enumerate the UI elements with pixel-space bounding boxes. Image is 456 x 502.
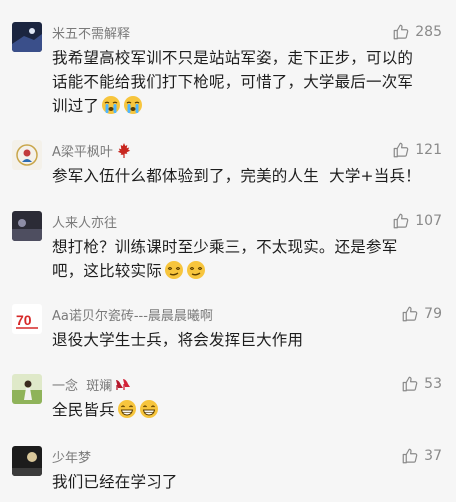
high-heels-icon xyxy=(115,376,133,392)
comment-line: 我们已经在学习了 xyxy=(52,473,178,491)
username-text: 一念 斑斓 xyxy=(52,378,113,394)
like-count: 53 xyxy=(424,376,442,392)
comment-line-with-emoji: 训过了 xyxy=(52,94,437,118)
comment-line: 想打枪？训练课时至少乘三，不太现实。还是参军 xyxy=(52,238,398,256)
avatar[interactable] xyxy=(12,140,42,170)
like-button[interactable]: 121 xyxy=(392,140,442,160)
comment-text: 退役大学生士兵，将会发挥巨大作用 xyxy=(52,328,437,352)
username[interactable]: A梁平枫叶 xyxy=(52,140,132,160)
maple-leaf-icon xyxy=(116,142,132,158)
like-count: 79 xyxy=(424,306,442,322)
like-button[interactable]: 107 xyxy=(392,211,442,231)
username[interactable]: Aa诺贝尔瓷砖---晨晨晨曦啊 xyxy=(52,304,213,324)
grinning-emoji xyxy=(139,399,159,419)
username-text: 米五不需解释 xyxy=(52,26,131,42)
username[interactable]: 人来人亦往 xyxy=(52,211,117,231)
dizzy-face-emoji xyxy=(186,260,206,280)
comment-text: 全民皆兵 xyxy=(52,398,437,422)
comment-text: 我希望高校军训不只是站站军姿，走下正步，可以的 话能不能给我们打下枪呢，可惜了，… xyxy=(52,46,437,118)
dizzy-face-emoji xyxy=(164,260,184,280)
comment-line: 我希望高校军训不只是站站军姿，走下正步，可以的 xyxy=(52,49,414,67)
username[interactable]: 少年梦 xyxy=(52,446,91,466)
thumbs-up-icon xyxy=(393,213,409,229)
comment-line-with-emoji: 吧，这比较实际 xyxy=(52,259,437,283)
thumbs-up-icon xyxy=(393,24,409,40)
crying-emoji xyxy=(101,95,121,115)
comment-line: 吧，这比较实际 xyxy=(52,262,162,280)
like-count: 121 xyxy=(415,142,442,158)
avatar[interactable] xyxy=(12,22,42,52)
avatar[interactable]: 70 xyxy=(12,304,42,334)
comment-line: 话能不能给我们打下枪呢，可惜了，大学最后一次军 xyxy=(52,73,414,91)
username-text: Aa诺贝尔瓷砖---晨晨晨曦啊 xyxy=(52,308,213,324)
avatar[interactable] xyxy=(12,374,42,404)
username[interactable]: 一念 斑斓 xyxy=(52,374,133,394)
comment-line-with-emoji: 全民皆兵 xyxy=(52,398,437,422)
comment-text: 参军入伍什么都体验到了，完美的人生 大学+当兵！ xyxy=(52,164,437,188)
like-count: 285 xyxy=(415,24,442,40)
like-button[interactable]: 285 xyxy=(392,22,442,42)
like-count: 37 xyxy=(424,448,442,464)
comment-list: 米五不需解释 285 我希望高校军训不只是站站军姿，走下正步，可以的 话能不能给… xyxy=(0,0,456,502)
like-button[interactable]: 37 xyxy=(401,446,442,466)
thumbs-up-icon xyxy=(402,448,418,464)
username-text: A梁平枫叶 xyxy=(52,144,113,160)
comment-line: 训过了 xyxy=(52,97,100,115)
like-button[interactable]: 79 xyxy=(401,304,442,324)
comment-line: 全民皆兵 xyxy=(52,401,115,419)
crying-emoji xyxy=(123,95,143,115)
username-text: 人来人亦往 xyxy=(52,215,118,231)
svg-text:70: 70 xyxy=(16,312,32,328)
thumbs-up-icon xyxy=(402,376,418,392)
thumbs-up-icon xyxy=(393,142,409,158)
like-count: 107 xyxy=(415,213,442,229)
comment-line: 参军入伍什么都体验到了，完美的人生 大学+当兵！ xyxy=(52,167,421,185)
avatar[interactable] xyxy=(12,446,42,476)
grinning-emoji xyxy=(117,399,137,419)
like-button[interactable]: 53 xyxy=(401,374,442,394)
comment-text: 我们已经在学习了 xyxy=(52,470,437,494)
comment-line: 退役大学生士兵，将会发挥巨大作用 xyxy=(52,331,304,349)
thumbs-up-icon xyxy=(402,306,418,322)
comment-text: 想打枪？训练课时至少乘三，不太现实。还是参军 吧，这比较实际 xyxy=(52,235,437,283)
username-text: 少年梦 xyxy=(52,450,92,466)
username[interactable]: 米五不需解释 xyxy=(52,22,130,42)
avatar[interactable] xyxy=(12,211,42,241)
